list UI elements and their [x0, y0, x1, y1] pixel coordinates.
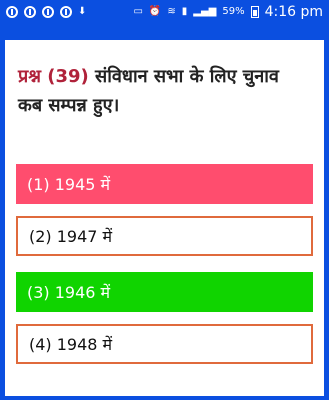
option-4[interactable]: (4) 1948 में: [16, 324, 313, 364]
notification-icon: [60, 6, 72, 18]
question-card: प्रश्न (39) संविधान सभा के लिए चुनाव कब …: [5, 40, 324, 396]
question-number: प्रश्न (39): [18, 66, 89, 87]
option-1[interactable]: (1) 1945 में: [16, 164, 313, 204]
battery-icon: [250, 6, 259, 18]
alarm-icon: ⏰: [148, 6, 162, 17]
option-3[interactable]: (3) 1946 में: [16, 272, 313, 312]
status-bar: ⬇ ▭ ⏰ ≋ ▮ ▂▄▆ 59% 4:16 pm: [0, 0, 329, 24]
system-icons: ▭ ⏰ ≋ ▮ ▂▄▆ 59% 4:16 pm: [133, 4, 323, 20]
notification-icons: ⬇: [6, 6, 86, 18]
clock: 4:16 pm: [264, 4, 323, 20]
signal-icon: ▂▄▆: [193, 6, 217, 17]
wifi-icon: ≋: [167, 6, 176, 17]
notification-icon: [24, 6, 36, 18]
sim-icon: ▮: [181, 6, 188, 17]
notification-icon: [42, 6, 54, 18]
notification-icon: [6, 6, 18, 18]
option-2[interactable]: (2) 1947 में: [16, 216, 313, 256]
battery-percent: 59%: [222, 6, 245, 17]
question-text: प्रश्न (39) संविधान सभा के लिए चुनाव कब …: [18, 62, 308, 120]
download-icon: ⬇: [78, 6, 87, 17]
cast-icon: ▭: [133, 6, 143, 17]
